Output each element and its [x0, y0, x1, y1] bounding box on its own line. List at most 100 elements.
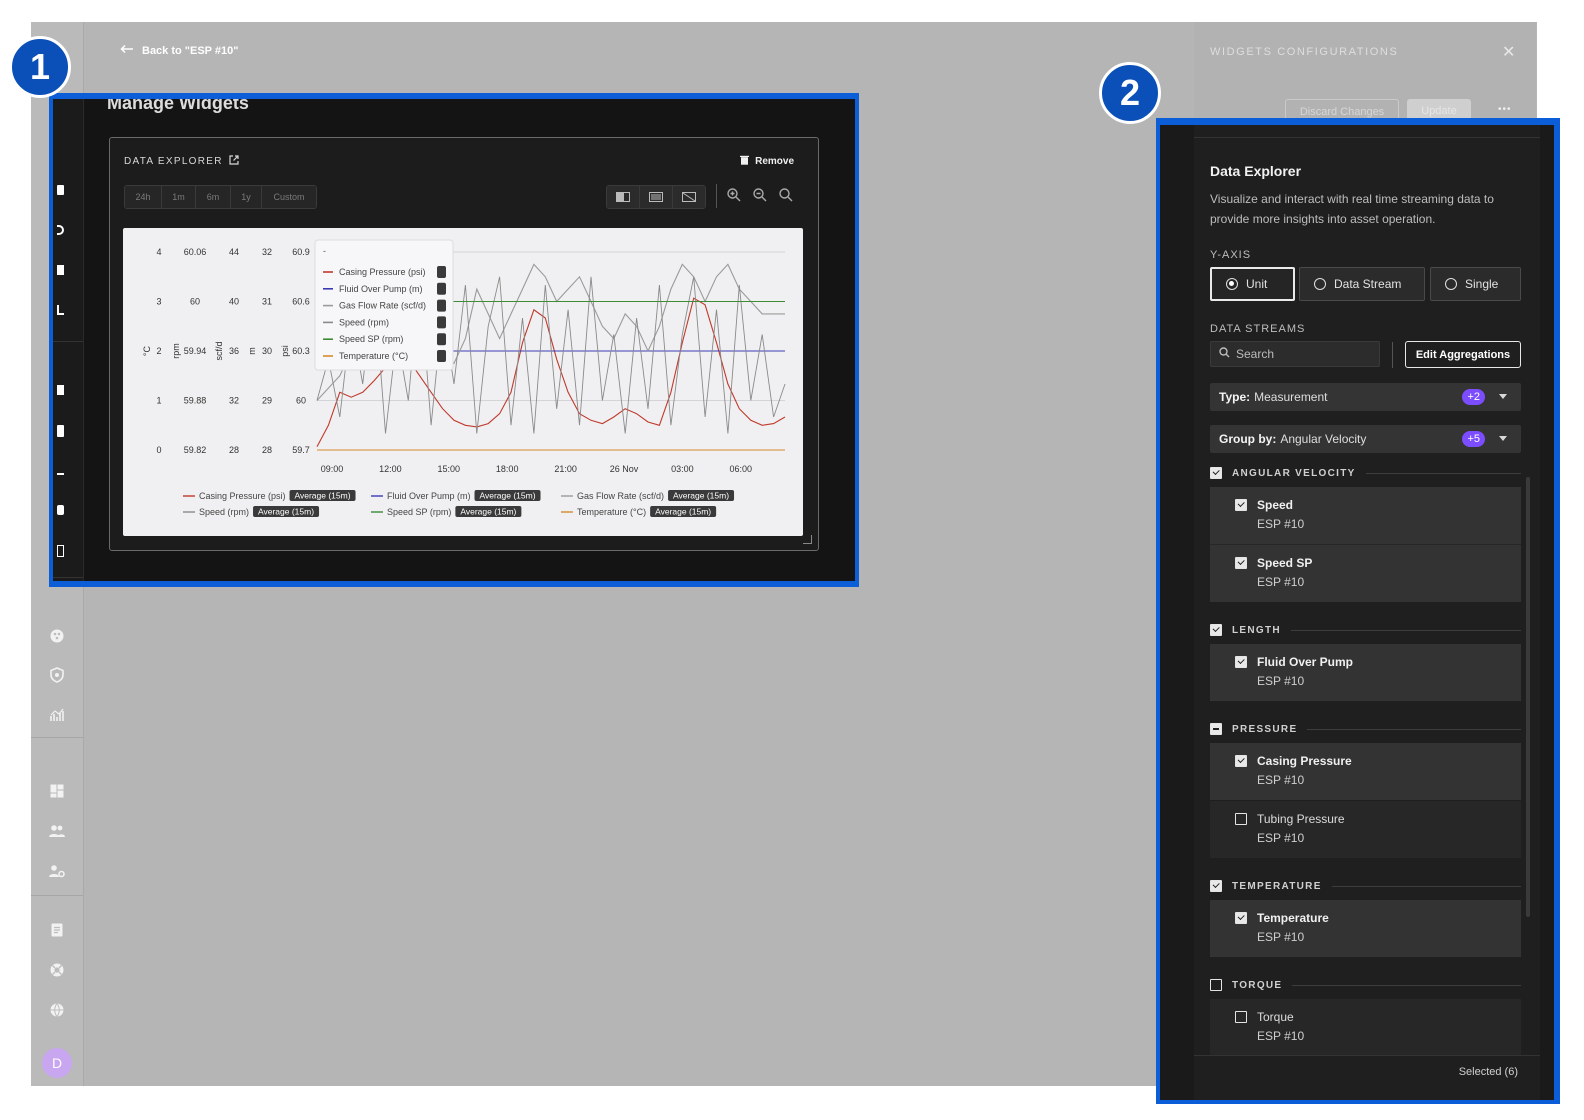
- y-tick-label: 29: [262, 396, 272, 406]
- group-by-dropdown[interactable]: Group by: Angular Velocity +5: [1210, 425, 1521, 453]
- checkbox-checked-icon[interactable]: [1235, 499, 1247, 511]
- line-chart[interactable]: 43210°C60.066059.9459.8859.82rpm44403632…: [123, 228, 803, 536]
- stream-name: Speed: [1257, 498, 1294, 512]
- stream-list-scrollbar[interactable]: [1526, 477, 1530, 917]
- zoom-out-icon[interactable]: [752, 187, 768, 208]
- nav-icon[interactable]: [57, 465, 64, 475]
- nav-icon[interactable]: [57, 185, 64, 195]
- stream-name: Speed SP: [1257, 556, 1313, 570]
- dashboard-icon[interactable]: [45, 779, 69, 803]
- widget-header: DATA EXPLORER: [124, 155, 239, 168]
- y-tick-label: 59.94: [184, 346, 207, 356]
- toolbar-divider: [1392, 342, 1393, 368]
- nav-icon[interactable]: [57, 545, 64, 557]
- search-placeholder: Search: [1236, 347, 1275, 361]
- globe-icon[interactable]: [45, 998, 69, 1022]
- type-dropdown[interactable]: Type: Measurement +2: [1210, 383, 1521, 411]
- close-icon[interactable]: ✕: [1502, 42, 1515, 62]
- assets-icon[interactable]: [45, 624, 69, 648]
- tooltip-value-chip: [437, 282, 446, 295]
- x-tick-label: 26 Nov: [610, 464, 639, 474]
- group-length[interactable]: LENGTH: [1210, 623, 1521, 637]
- tooltip-series-name: Casing Pressure (psi): [339, 267, 426, 277]
- zoom-in-icon[interactable]: [726, 187, 742, 208]
- y-axis-title: scf/d: [214, 341, 224, 360]
- checkbox-indeterminate-icon[interactable]: [1210, 723, 1222, 735]
- stream-item-torque[interactable]: Torque ESP #10: [1210, 999, 1521, 1056]
- checkbox-checked-icon[interactable]: [1210, 467, 1222, 479]
- users-icon[interactable]: [45, 819, 69, 843]
- zoom-reset-icon[interactable]: [778, 187, 794, 208]
- hide-view-icon[interactable]: [673, 186, 705, 208]
- legend-aggregation-label: Average (15m): [479, 491, 535, 501]
- group-temperature[interactable]: TEMPERATURE: [1210, 879, 1521, 893]
- timeframe-option[interactable]: 1y: [231, 186, 262, 208]
- checkbox-checked-icon[interactable]: [1235, 557, 1247, 569]
- y-tick-label: 60.06: [184, 247, 207, 257]
- x-tick-label: 06:00: [730, 464, 753, 474]
- y-tick-label: 60.9: [292, 247, 310, 257]
- legend-aggregation-label: Average (15m): [673, 491, 729, 501]
- nav-icon[interactable]: [57, 225, 64, 235]
- checkbox-checked-icon[interactable]: [1210, 880, 1222, 892]
- list-view-icon[interactable]: [640, 186, 673, 208]
- user-settings-icon[interactable]: [45, 859, 69, 883]
- group-pressure[interactable]: PRESSURE: [1210, 722, 1521, 736]
- support-icon[interactable]: [45, 958, 69, 982]
- checkbox-icon[interactable]: [1210, 979, 1222, 991]
- x-tick-label: 15:00: [438, 464, 461, 474]
- stream-item-casing-pressure[interactable]: Casing Pressure ESP #10: [1210, 743, 1521, 800]
- stream-search-input[interactable]: Search: [1210, 341, 1380, 367]
- checkbox-checked-icon[interactable]: [1235, 755, 1247, 767]
- yaxis-option-single[interactable]: Single: [1430, 267, 1521, 301]
- timeframe-option[interactable]: 6m: [196, 186, 231, 208]
- remove-button[interactable]: Remove: [740, 155, 794, 168]
- checkbox-icon[interactable]: [1235, 813, 1247, 825]
- group-torque[interactable]: TORQUE: [1210, 978, 1521, 992]
- timeframe-option[interactable]: Custom: [262, 186, 316, 208]
- nav-icon[interactable]: [57, 305, 64, 315]
- tooltip-value-chip: [437, 266, 446, 278]
- stream-name: Temperature: [1257, 911, 1329, 925]
- stream-item-temperature[interactable]: Temperature ESP #10: [1210, 900, 1521, 957]
- group-title: TORQUE: [1232, 979, 1283, 991]
- selected-count: Selected (6): [1458, 1066, 1518, 1078]
- group-angular-velocity[interactable]: ANGULAR VELOCITY: [1210, 466, 1521, 480]
- stream-item-speed[interactable]: Speed ESP #10: [1210, 487, 1521, 544]
- back-link-label: Back to "ESP #10": [142, 44, 239, 57]
- checkbox-checked-icon[interactable]: [1235, 912, 1247, 924]
- edit-aggregations-button[interactable]: Edit Aggregations: [1405, 341, 1521, 368]
- document-icon[interactable]: [45, 918, 69, 942]
- stream-item-fluid-over-pump[interactable]: Fluid Over Pump ESP #10: [1210, 644, 1521, 701]
- nav-icon[interactable]: [57, 265, 64, 275]
- split-view-icon[interactable]: [607, 186, 640, 208]
- external-link-icon[interactable]: [229, 155, 239, 168]
- timeframe-option[interactable]: 24h: [125, 186, 162, 208]
- x-tick-label: 09:00: [321, 464, 344, 474]
- y-axis-title: rpm: [171, 343, 181, 359]
- resize-handle[interactable]: [803, 535, 812, 544]
- stream-item-tubing-pressure[interactable]: Tubing Pressure ESP #10: [1210, 801, 1521, 858]
- y-tick-label: 4: [156, 247, 161, 257]
- search-icon: [1219, 347, 1230, 361]
- checkbox-checked-icon[interactable]: [1235, 656, 1247, 668]
- legend-label: Casing Pressure (psi): [199, 491, 286, 501]
- timeframe-option[interactable]: 1m: [162, 186, 196, 208]
- nav-icon[interactable]: [57, 385, 64, 395]
- view-mode-buttons: [606, 185, 706, 209]
- yaxis-option-data-stream[interactable]: Data Stream: [1299, 267, 1425, 301]
- stream-item-speed-sp[interactable]: Speed SP ESP #10: [1210, 545, 1521, 602]
- y-tick-label: 31: [262, 297, 272, 307]
- back-link[interactable]: Back to "ESP #10": [120, 44, 238, 57]
- nav-icon[interactable]: [57, 425, 64, 437]
- more-options-icon[interactable]: •••: [1498, 104, 1512, 115]
- analytics-icon[interactable]: [45, 703, 69, 727]
- checkbox-checked-icon[interactable]: [1210, 624, 1222, 636]
- sidebar-divider: [31, 737, 83, 738]
- yaxis-option-unit[interactable]: Unit: [1210, 267, 1295, 301]
- tooltip-series-name: Fluid Over Pump (m): [339, 284, 423, 294]
- nav-icon[interactable]: [57, 505, 64, 515]
- user-avatar[interactable]: D: [42, 1048, 72, 1078]
- shield-icon[interactable]: [45, 663, 69, 687]
- checkbox-icon[interactable]: [1235, 1011, 1247, 1023]
